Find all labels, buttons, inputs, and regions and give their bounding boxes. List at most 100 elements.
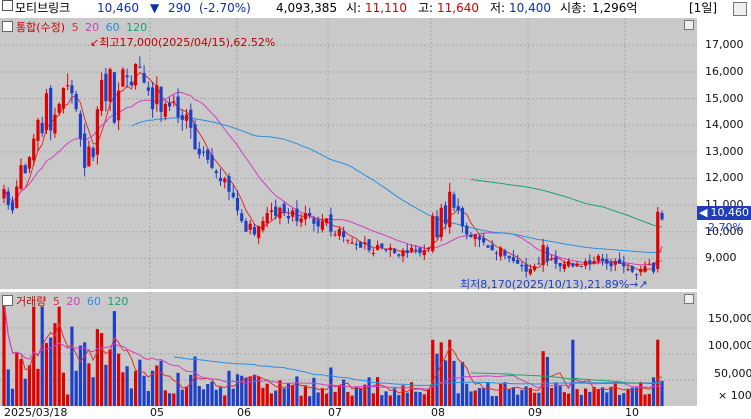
vol-ma120-line: [470, 372, 663, 384]
volume-bar: [375, 377, 380, 406]
panel-close-icon[interactable]: [684, 20, 694, 30]
volume-bar: [150, 370, 155, 406]
volume-bar: [91, 377, 95, 406]
volume-bar: [83, 342, 87, 406]
candle-body: [401, 250, 405, 257]
volume-bar: [291, 384, 295, 406]
candle-body: [375, 245, 380, 250]
candle-body: [210, 154, 214, 168]
volume-bar: [308, 396, 312, 406]
candle-body: [32, 138, 36, 161]
volume-bar: [358, 387, 363, 406]
volume-bar: [528, 387, 532, 406]
volume-legend: 거래량 5 20 60 120: [2, 295, 128, 308]
candle-body: [371, 253, 375, 255]
candle-body: [189, 109, 193, 128]
volume-bar: [201, 389, 206, 406]
candle-body: [503, 250, 507, 256]
volume-bar: [405, 392, 409, 406]
candle-body: [494, 252, 499, 254]
candle-body: [274, 206, 278, 216]
candle-body: [201, 151, 206, 153]
candle-body: [647, 263, 651, 265]
candle-body: [639, 269, 643, 273]
candle-body: [44, 93, 49, 131]
candle-body: [325, 218, 329, 224]
volume-bar: [299, 395, 303, 406]
candle-body: [155, 85, 159, 105]
candle-body: [392, 248, 397, 254]
volume-bar: [252, 374, 257, 406]
candle-body: [87, 146, 91, 167]
volume-bar: [414, 391, 418, 406]
candle-body: [231, 192, 235, 198]
ma120-line: [470, 179, 663, 228]
candle-body: [600, 258, 605, 262]
volume-bar: [596, 388, 600, 406]
legend-ma60: 60: [86, 295, 101, 308]
volume-bar: [193, 356, 197, 406]
volume-bar: [545, 356, 549, 406]
price-tick: 14,000: [705, 118, 744, 132]
candle-body: [414, 249, 418, 251]
volume-bar: [87, 363, 91, 406]
candle-body: [172, 101, 176, 103]
volume-bar: [490, 396, 494, 406]
legend-checkbox[interactable]: [2, 21, 13, 32]
panel-close-icon[interactable]: [684, 294, 694, 304]
candle-body: [482, 238, 486, 243]
volume-bar: [380, 395, 384, 406]
volume-bar: [108, 349, 112, 406]
candle-body: [558, 263, 562, 267]
candle-body: [95, 109, 99, 155]
volume-bar: [325, 393, 329, 406]
legend-checkbox[interactable]: [2, 295, 13, 306]
candle-body: [656, 211, 660, 269]
legend-ma5: 5: [71, 21, 79, 34]
volume-bar: [180, 389, 184, 406]
volume-bar: [656, 339, 660, 406]
volume-bar: [537, 392, 541, 406]
candle-body: [53, 114, 57, 134]
volume-bar: [643, 394, 647, 406]
volume-bar: [78, 345, 83, 406]
volume-bar: [507, 389, 511, 406]
volume-bar: [622, 393, 626, 406]
volume-bar: [469, 391, 473, 406]
candle-body: [537, 263, 541, 265]
candle-body: [150, 87, 155, 110]
candle-body: [609, 262, 613, 267]
candle-body: [15, 186, 19, 209]
candle-body: [592, 261, 596, 264]
volume-bar: [337, 385, 341, 406]
candle-body: [117, 90, 121, 121]
candle-body: [579, 265, 583, 267]
candle-body: [100, 79, 104, 111]
candle-body: [61, 87, 66, 109]
volume-bar: [558, 385, 562, 406]
candle-body: [354, 243, 358, 246]
volume-bar: [176, 372, 180, 406]
volume-bar: [329, 367, 333, 406]
candle-body: [193, 124, 197, 150]
candle-body: [409, 247, 414, 252]
candle-body: [295, 208, 299, 222]
volume-bar: [104, 364, 108, 406]
candle-body: [146, 87, 150, 91]
candle-body: [588, 260, 592, 264]
volume-bar: [626, 389, 630, 406]
volume-bar: [316, 392, 320, 406]
volume-bar: [163, 390, 167, 406]
price-legend: 통합(수정) 5 20 60 120: [2, 21, 147, 34]
candle-body: [426, 247, 431, 249]
candle-body: [333, 234, 337, 236]
volume-bar: [439, 342, 443, 406]
candle-body: [643, 266, 647, 272]
volume-bar: [121, 372, 125, 406]
candle-body: [571, 263, 575, 267]
candle-body: [460, 207, 465, 227]
candle-body: [316, 220, 320, 227]
ma60-line: [131, 117, 663, 254]
volume-bar: [647, 393, 651, 406]
volume-bar: [435, 353, 439, 406]
